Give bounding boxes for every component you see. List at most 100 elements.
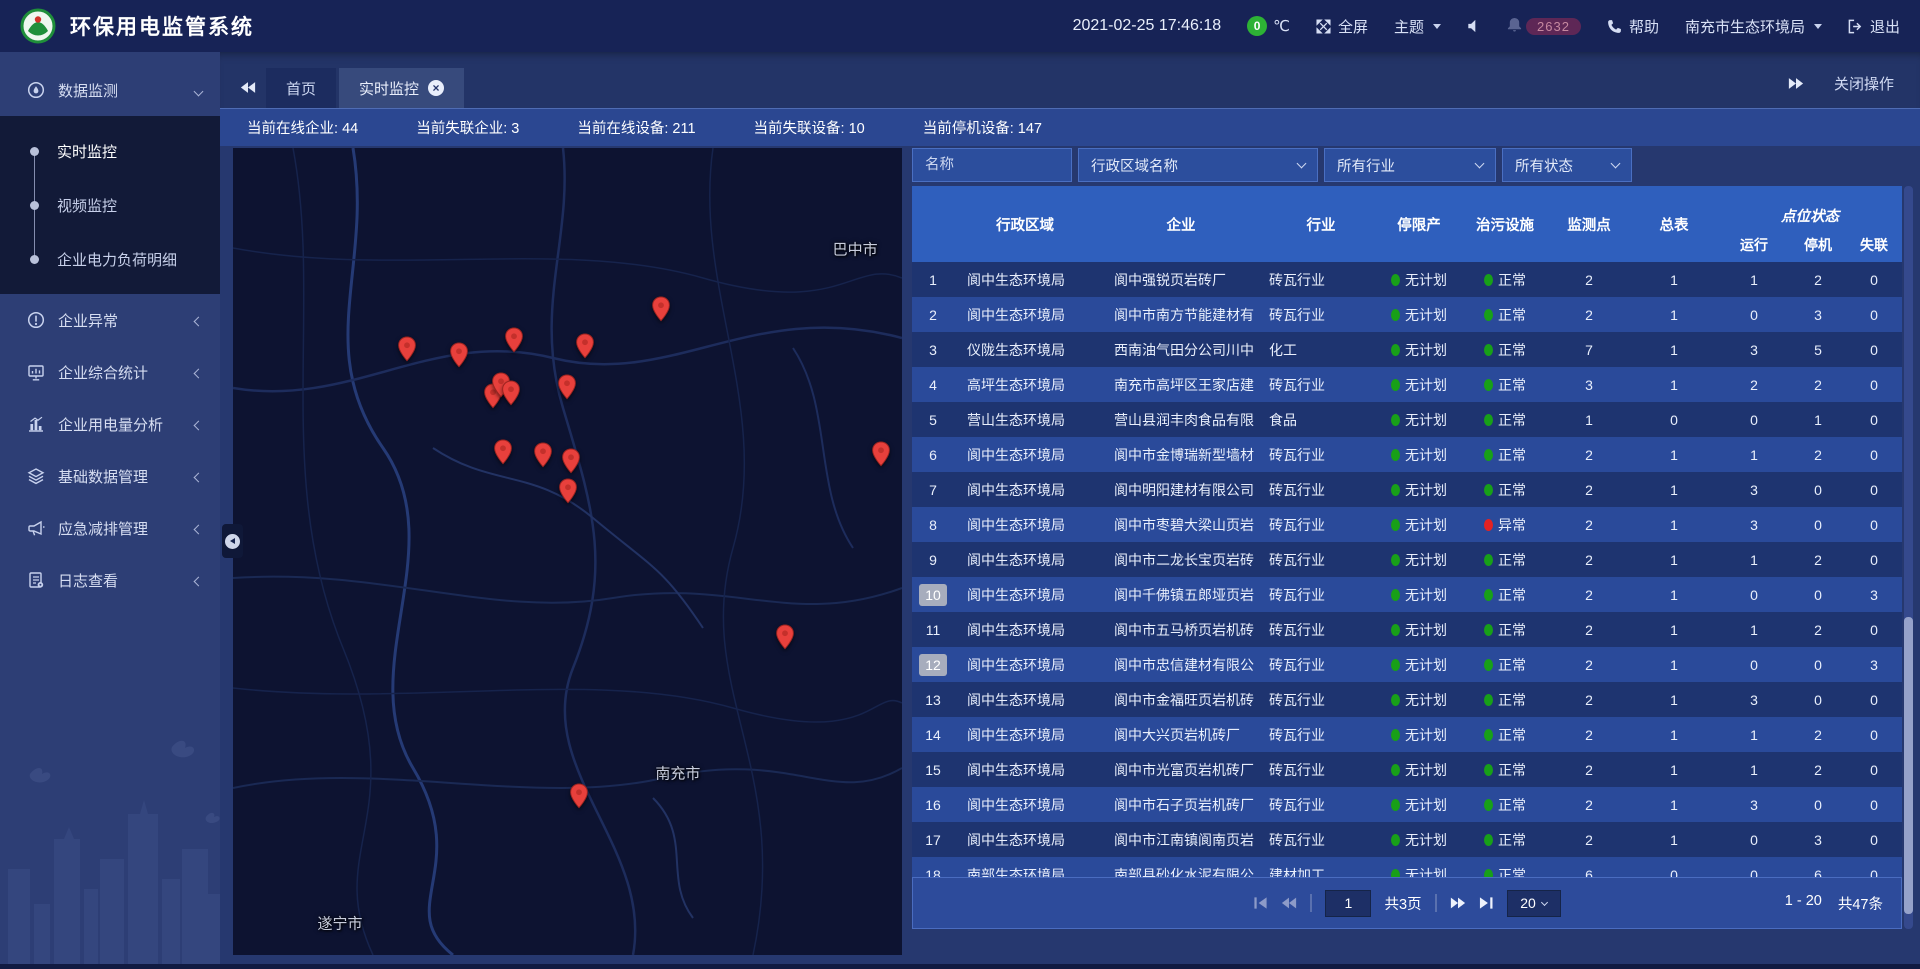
status-text: 正常 bbox=[1498, 445, 1526, 465]
industry-filter-select[interactable]: 所有行业 bbox=[1324, 148, 1496, 182]
stats-bar: 当前在线企业: 44当前失联企业: 3当前在线设备: 211当前失联设备: 10… bbox=[220, 108, 1920, 146]
table-row[interactable]: 5营山生态环境局营山县润丰肉食品有限食品无计划正常10010 bbox=[912, 402, 1902, 437]
sidebar-item-2[interactable]: 企业综合统计 bbox=[0, 346, 220, 398]
status-filter-select[interactable]: 所有状态 bbox=[1502, 148, 1632, 182]
row-number: 18 bbox=[912, 867, 954, 878]
status-dot bbox=[1484, 799, 1493, 811]
map-marker-pin[interactable] bbox=[575, 333, 595, 359]
map-marker-pin[interactable] bbox=[558, 478, 578, 504]
name-filter-input[interactable] bbox=[912, 148, 1072, 182]
temperature: 0 ℃ bbox=[1247, 16, 1290, 36]
theme-menu[interactable]: 主题 bbox=[1394, 16, 1441, 37]
cell-region: 阆中生态环境局 bbox=[954, 585, 1096, 605]
table-row[interactable]: 8阆中生态环境局阆中市枣碧大梁山页岩砖瓦行业无计划异常21300 bbox=[912, 507, 1902, 542]
chevron-down-icon bbox=[1433, 24, 1441, 29]
table-row[interactable]: 16阆中生态环境局阆中市石子页岩机砖厂砖瓦行业无计划正常21300 bbox=[912, 787, 1902, 822]
user-menu[interactable]: 南充市生态环境局 bbox=[1685, 16, 1822, 37]
cell-region: 阆中生态环境局 bbox=[954, 270, 1096, 290]
stat-value: 44 bbox=[342, 121, 358, 137]
last-page-icon[interactable] bbox=[1479, 896, 1494, 910]
table-row[interactable]: 9阆中生态环境局阆中市二龙长宝页岩砖砖瓦行业无计划正常21120 bbox=[912, 542, 1902, 577]
alert-icon bbox=[27, 311, 45, 329]
table-row[interactable]: 18南部生态环境局南部县砂化水泥有限公建材加工无计划正常60060 bbox=[912, 857, 1902, 877]
map-marker-pin[interactable] bbox=[493, 439, 513, 465]
map-marker-pin[interactable] bbox=[449, 342, 469, 368]
table-row[interactable]: 12阆中生态环境局阆中市忠信建材有限公砖瓦行业无计划正常21003 bbox=[912, 647, 1902, 682]
notifications-button[interactable]: 2632 bbox=[1507, 17, 1581, 36]
collapse-panel-button[interactable] bbox=[222, 524, 243, 558]
map-marker-pin[interactable] bbox=[397, 336, 417, 362]
cell-offline: 0 bbox=[1846, 797, 1902, 813]
region-filter-value: 行政区域名称 bbox=[1091, 155, 1178, 176]
prev-page-icon[interactable] bbox=[1281, 896, 1297, 910]
tab-close-icon[interactable]: × bbox=[428, 80, 444, 96]
tab-0[interactable]: 首页 bbox=[266, 68, 336, 108]
table-row[interactable]: 6阆中生态环境局阆中市金博瑞新型墙材砖瓦行业无计划正常21120 bbox=[912, 437, 1902, 472]
map-marker-pin[interactable] bbox=[533, 442, 553, 468]
sidebar-item-1[interactable]: 企业异常 bbox=[0, 294, 220, 346]
fullscreen-button[interactable]: 全屏 bbox=[1316, 16, 1368, 37]
map-marker-pin[interactable] bbox=[569, 783, 589, 809]
tab-1[interactable]: 实时监控× bbox=[339, 68, 464, 108]
sidebar-item-0[interactable]: 数据监测 bbox=[0, 64, 220, 116]
map-marker-pin[interactable] bbox=[775, 624, 795, 650]
status-text: 正常 bbox=[1498, 760, 1526, 780]
tabs-scroll-left-icon[interactable] bbox=[240, 81, 256, 94]
status-dot bbox=[1391, 449, 1400, 461]
tabs-container: 首页实时监控× bbox=[266, 52, 467, 108]
sidebar-item-6[interactable]: 日志查看 bbox=[0, 554, 220, 606]
sidebar-item-label: 企业用电量分析 bbox=[58, 414, 163, 435]
logout-button[interactable]: 退出 bbox=[1848, 16, 1900, 37]
page-size-select[interactable]: 20 bbox=[1507, 890, 1561, 917]
table-scrollbar[interactable] bbox=[1904, 186, 1913, 929]
help-button[interactable]: 帮助 bbox=[1607, 16, 1659, 37]
layers-icon bbox=[27, 467, 45, 485]
map-panel[interactable]: 巴中市南充市遂宁市 bbox=[233, 148, 902, 955]
sidebar-item-4[interactable]: 基础数据管理 bbox=[0, 450, 220, 502]
map-marker-pin[interactable] bbox=[651, 296, 671, 322]
table-row[interactable]: 2阆中生态环境局阆中市南方节能建材有砖瓦行业无计划正常21030 bbox=[912, 297, 1902, 332]
next-page-icon[interactable] bbox=[1450, 896, 1466, 910]
table-row[interactable]: 11阆中生态环境局阆中市五马桥页岩机砖砖瓦行业无计划正常21120 bbox=[912, 612, 1902, 647]
table-row[interactable]: 10阆中生态环境局阆中千佛镇五郎垭页岩砖瓦行业无计划正常21003 bbox=[912, 577, 1902, 612]
sidebar-item-5[interactable]: 应急减排管理 bbox=[0, 502, 220, 554]
cell-pollution-facility: 异常 bbox=[1462, 515, 1548, 535]
table-row[interactable]: 7阆中生态环境局阆中明阳建材有限公司砖瓦行业无计划正常21300 bbox=[912, 472, 1902, 507]
sidebar-subitem-0-2[interactable]: 企业电力负荷明细 bbox=[0, 232, 220, 286]
sidebar-subitem-0-0[interactable]: 实时监控 bbox=[0, 124, 220, 178]
cell-region: 阆中生态环境局 bbox=[954, 690, 1096, 710]
sound-button[interactable] bbox=[1467, 19, 1481, 33]
map-marker-pin[interactable] bbox=[504, 327, 524, 353]
map-marker-pin[interactable] bbox=[561, 448, 581, 474]
sidebar-subitem-0-1[interactable]: 视频监控 bbox=[0, 178, 220, 232]
status-dot bbox=[1391, 554, 1400, 566]
map-marker-pin[interactable] bbox=[557, 374, 577, 400]
table-row[interactable]: 14阆中生态环境局阆中大兴页岩机砖厂砖瓦行业无计划正常21120 bbox=[912, 717, 1902, 752]
first-page-icon[interactable] bbox=[1253, 896, 1268, 910]
stat-label: 当前在线设备: bbox=[577, 121, 672, 137]
chevron-down-icon bbox=[1814, 24, 1822, 29]
map-marker-pin[interactable] bbox=[501, 380, 521, 406]
cell-stopped: 2 bbox=[1790, 762, 1846, 778]
status-dot bbox=[1391, 379, 1400, 391]
table-row[interactable]: 15阆中生态环境局阆中市光富页岩机砖厂砖瓦行业无计划正常21120 bbox=[912, 752, 1902, 787]
cell-region: 阆中生态环境局 bbox=[954, 760, 1096, 780]
table-row[interactable]: 13阆中生态环境局阆中市金福旺页岩机砖砖瓦行业无计划正常21300 bbox=[912, 682, 1902, 717]
page-number-input[interactable] bbox=[1325, 890, 1371, 917]
region-filter-select[interactable]: 行政区域名称 bbox=[1078, 148, 1318, 182]
cell-production-limit: 无计划 bbox=[1376, 375, 1462, 395]
brand: 环保用电监管系统 bbox=[20, 8, 254, 44]
close-operations-button[interactable]: 关闭操作 bbox=[1834, 73, 1894, 94]
cell-stopped: 2 bbox=[1790, 377, 1846, 393]
table-row[interactable]: 4高坪生态环境局南充市高坪区王家店建砖瓦行业无计划正常31220 bbox=[912, 367, 1902, 402]
cell-pollution-facility: 正常 bbox=[1462, 375, 1548, 395]
sidebar-item-3[interactable]: 企业用电量分析 bbox=[0, 398, 220, 450]
tabs-scroll-right-icon[interactable] bbox=[1788, 77, 1804, 90]
map-marker-pin[interactable] bbox=[871, 441, 891, 467]
scrollbar-thumb[interactable] bbox=[1904, 617, 1913, 914]
cell-region: 仪陇生态环境局 bbox=[954, 340, 1096, 360]
table-row[interactable]: 3仪陇生态环境局西南油气田分公司川中化工无计划正常71350 bbox=[912, 332, 1902, 367]
cell-offline: 0 bbox=[1846, 832, 1902, 848]
table-row[interactable]: 1阆中生态环境局阆中强锐页岩砖厂砖瓦行业无计划正常21120 bbox=[912, 262, 1902, 297]
table-row[interactable]: 17阆中生态环境局阆中市江南镇阆南页岩砖瓦行业无计划正常21030 bbox=[912, 822, 1902, 857]
